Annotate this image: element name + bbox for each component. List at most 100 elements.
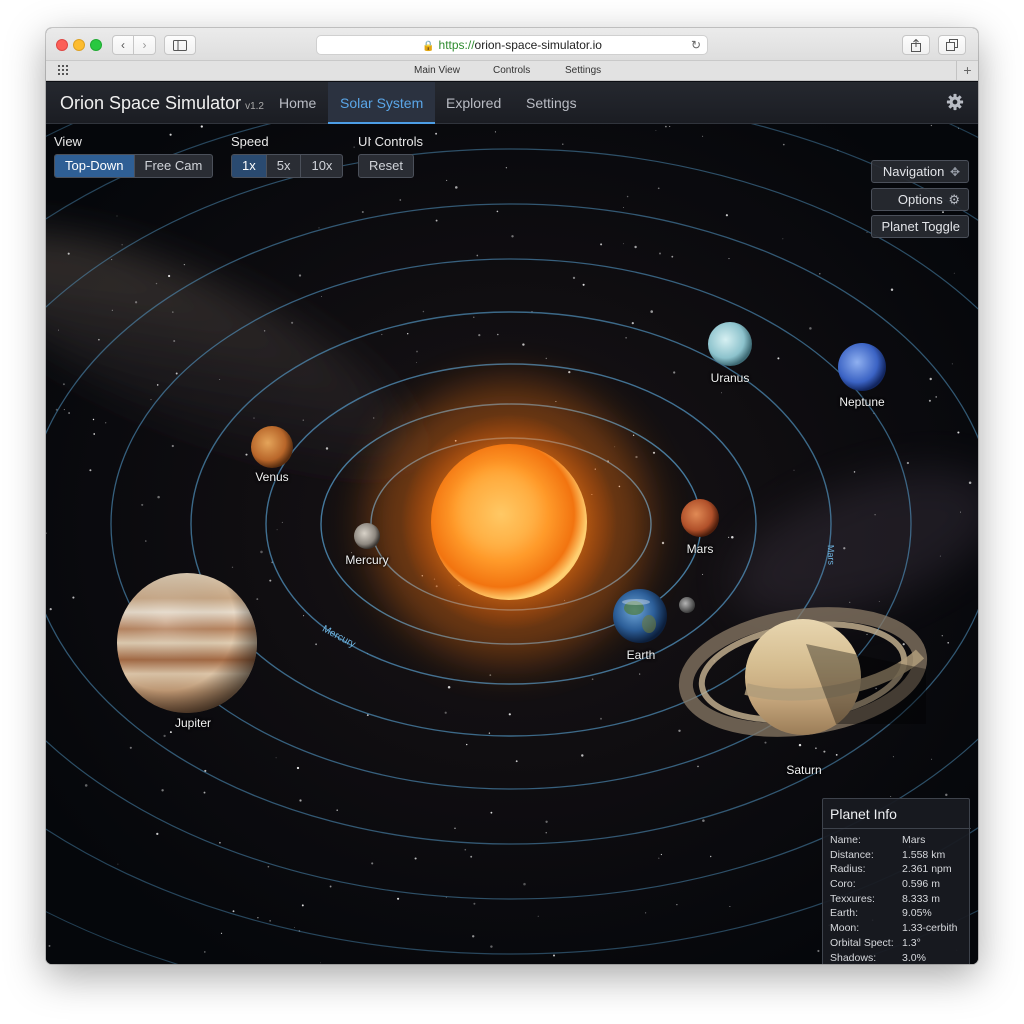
- star: [727, 536, 730, 539]
- star: [631, 322, 634, 325]
- app-navbar: Orion Space Simulator v1.2 Home Solar Sys…: [46, 82, 978, 124]
- url-scheme: https://: [438, 38, 475, 52]
- planet-label-earth: Earth: [626, 648, 656, 662]
- new-tab-button[interactable]: +: [956, 61, 978, 80]
- maximize-window-button[interactable]: [90, 39, 102, 51]
- star: [537, 915, 539, 917]
- view-mode-toggle: Top-Down Free Cam: [54, 154, 214, 178]
- star: [175, 372, 178, 375]
- star: [650, 310, 653, 313]
- star: [416, 362, 417, 363]
- star: [473, 316, 475, 318]
- star: [63, 409, 65, 411]
- planet-venus[interactable]: [251, 426, 293, 468]
- sun[interactable]: [369, 382, 649, 662]
- reload-icon[interactable]: ↻: [691, 36, 701, 54]
- star: [301, 904, 304, 907]
- sidebar-toggle-button[interactable]: [164, 35, 196, 55]
- star: [257, 916, 259, 919]
- star: [67, 252, 70, 255]
- star: [676, 904, 678, 906]
- planet-info-key: Moon:: [830, 922, 860, 935]
- star: [464, 848, 467, 851]
- browser-tab-controls[interactable]: Controls: [493, 65, 530, 76]
- star: [945, 793, 948, 797]
- star: [843, 547, 846, 550]
- star: [470, 855, 473, 858]
- star: [117, 863, 119, 865]
- planet-info-row: Texxures: 8.333 m: [830, 893, 970, 908]
- planet-uranus[interactable]: [708, 322, 752, 366]
- star: [928, 399, 931, 402]
- nav-tab-home[interactable]: Home: [267, 82, 328, 124]
- planet-label-mercury: Mercury: [345, 553, 389, 567]
- nav-tab-explored[interactable]: Explored: [434, 82, 513, 124]
- browser-tab-main-view[interactable]: Main View: [414, 65, 460, 76]
- star: [381, 333, 383, 336]
- options-button[interactable]: Options ⚙: [871, 188, 969, 211]
- star: [508, 713, 511, 716]
- speed-option-5x[interactable]: 5x: [267, 155, 302, 177]
- star: [931, 758, 933, 760]
- close-window-button[interactable]: [56, 39, 68, 51]
- earth-moon[interactable]: [679, 597, 695, 613]
- star: [729, 906, 731, 908]
- star: [219, 378, 221, 380]
- star: [815, 747, 817, 750]
- navigation-button[interactable]: Navigation ✥: [871, 160, 969, 183]
- star: [635, 455, 638, 459]
- speed-option-10x[interactable]: 10x: [301, 155, 342, 177]
- star: [267, 865, 270, 868]
- planet-mercury[interactable]: [354, 523, 380, 549]
- star: [92, 418, 95, 421]
- address-bar[interactable]: 🔒 https://orion-space-simulator.io ↻: [316, 35, 708, 55]
- share-button[interactable]: [902, 35, 930, 55]
- star: [407, 333, 409, 335]
- nav-tab-settings[interactable]: Settings: [514, 82, 589, 124]
- planet-jupiter[interactable]: [117, 573, 257, 713]
- planet-toggle-button[interactable]: Planet Toggle: [871, 215, 969, 238]
- star: [591, 678, 594, 681]
- speed-option-1x[interactable]: 1x: [232, 155, 267, 177]
- star: [798, 743, 802, 747]
- star: [220, 932, 223, 934]
- star: [145, 540, 147, 542]
- star: [669, 125, 671, 127]
- star: [472, 935, 475, 938]
- planet-info-key: Earth:: [830, 907, 859, 920]
- star: [721, 392, 723, 394]
- star: [302, 419, 304, 421]
- view-option-free-cam[interactable]: Free Cam: [135, 155, 213, 177]
- planet-info-key: Shadows:: [830, 951, 877, 964]
- back-button[interactable]: ‹: [112, 35, 134, 55]
- star: [951, 363, 953, 365]
- star: [634, 245, 637, 249]
- minimize-window-button[interactable]: [73, 39, 85, 51]
- star: [823, 750, 826, 753]
- star: [446, 179, 448, 181]
- star: [414, 857, 417, 860]
- gear-icon[interactable]: [946, 93, 964, 111]
- view-option-top-down[interactable]: Top-Down: [55, 155, 135, 177]
- star: [260, 550, 263, 554]
- solar-system-viewport[interactable]: Mercury Mars Venus Mercury Mars Earth Ju…: [46, 124, 978, 964]
- grid-icon[interactable]: [58, 65, 70, 76]
- planet-mars[interactable]: [681, 499, 719, 537]
- star: [488, 732, 491, 734]
- tab-overview-button[interactable]: [938, 35, 966, 55]
- planet-label-jupiter: Jupiter: [174, 716, 212, 730]
- planet-info-value: 2.361 npm: [902, 863, 952, 876]
- forward-button[interactable]: ›: [134, 35, 156, 55]
- nav-tab-solar-system[interactable]: Solar System: [328, 82, 436, 124]
- browser-tab-settings[interactable]: Settings: [565, 65, 601, 76]
- star: [89, 469, 92, 472]
- star: [422, 310, 425, 313]
- planet-earth[interactable]: [613, 589, 667, 643]
- star: [116, 215, 118, 217]
- star: [169, 133, 172, 136]
- view-label: View: [54, 134, 82, 149]
- reset-button[interactable]: Reset: [358, 154, 414, 178]
- star: [639, 673, 641, 675]
- star: [655, 130, 657, 131]
- planet-neptune[interactable]: [838, 343, 886, 391]
